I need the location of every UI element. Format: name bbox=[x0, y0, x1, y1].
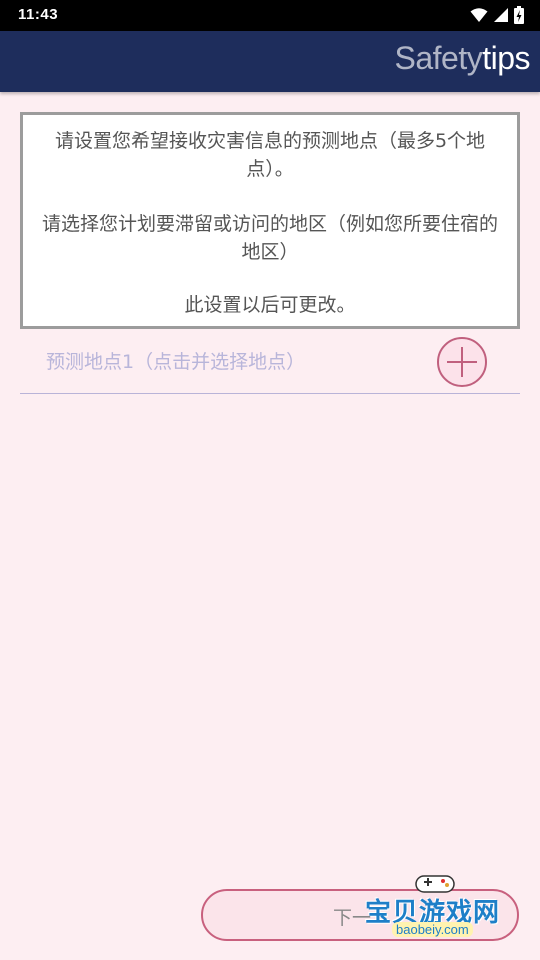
status-bar: 11:43 bbox=[0, 0, 540, 31]
location-row-1[interactable]: 预测地点1（点击并选择地点） bbox=[20, 334, 520, 394]
status-time: 11:43 bbox=[18, 6, 59, 23]
signal-icon bbox=[494, 8, 508, 22]
info-paragraph-changeable: 此设置以后可更改。 bbox=[184, 294, 356, 316]
status-icons bbox=[470, 6, 524, 24]
location-label[interactable]: 预测地点1（点击并选择地点） bbox=[46, 347, 305, 374]
gamepad-icon bbox=[415, 875, 455, 893]
battery-charging-icon bbox=[514, 6, 524, 24]
app-title-light: Safety bbox=[394, 40, 483, 76]
info-box: 请设置您希望接收灾害信息的预测地点（最多5个地点）。 请选择您计划要滞留或访问的… bbox=[20, 112, 520, 329]
add-location-button[interactable] bbox=[437, 337, 487, 387]
info-paragraph-example: 请选择您计划要滞留或访问的地区（例如您所要住宿的地区） bbox=[41, 213, 498, 263]
app-title: Safetytips bbox=[394, 40, 530, 77]
app-bar: Safetytips bbox=[0, 31, 540, 92]
plus-icon bbox=[447, 347, 477, 377]
watermark-logo: 宝贝游戏网 baobeiy.com bbox=[360, 870, 520, 950]
wifi-icon bbox=[470, 8, 488, 22]
info-paragraph-limit: 请设置您希望接收灾害信息的预测地点（最多5个地点）。 bbox=[54, 130, 486, 180]
watermark-domain: baobeiy.com bbox=[392, 922, 473, 937]
app-title-bold: tips bbox=[482, 40, 530, 76]
